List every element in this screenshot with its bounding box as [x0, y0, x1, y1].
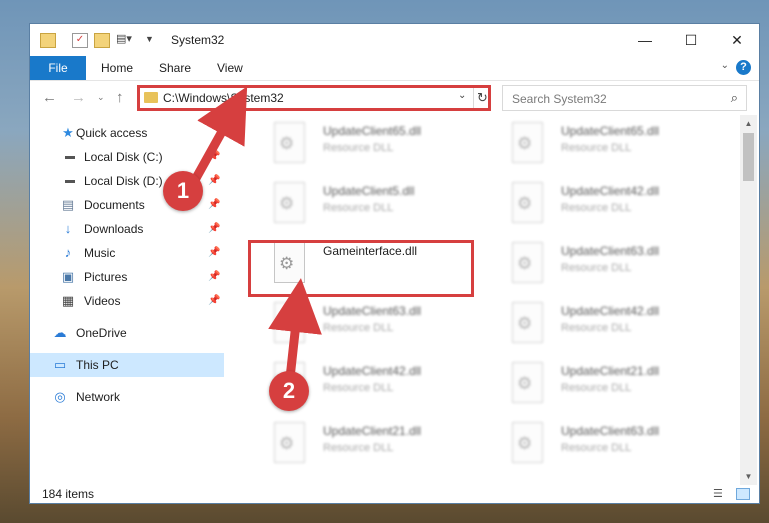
arrow-to-address-bar [190, 86, 248, 185]
arrow-to-file [268, 278, 322, 383]
step-badge-2: 2 [269, 371, 309, 411]
step-badge-1: 1 [163, 171, 203, 211]
annotation-arrows [190, 86, 322, 383]
